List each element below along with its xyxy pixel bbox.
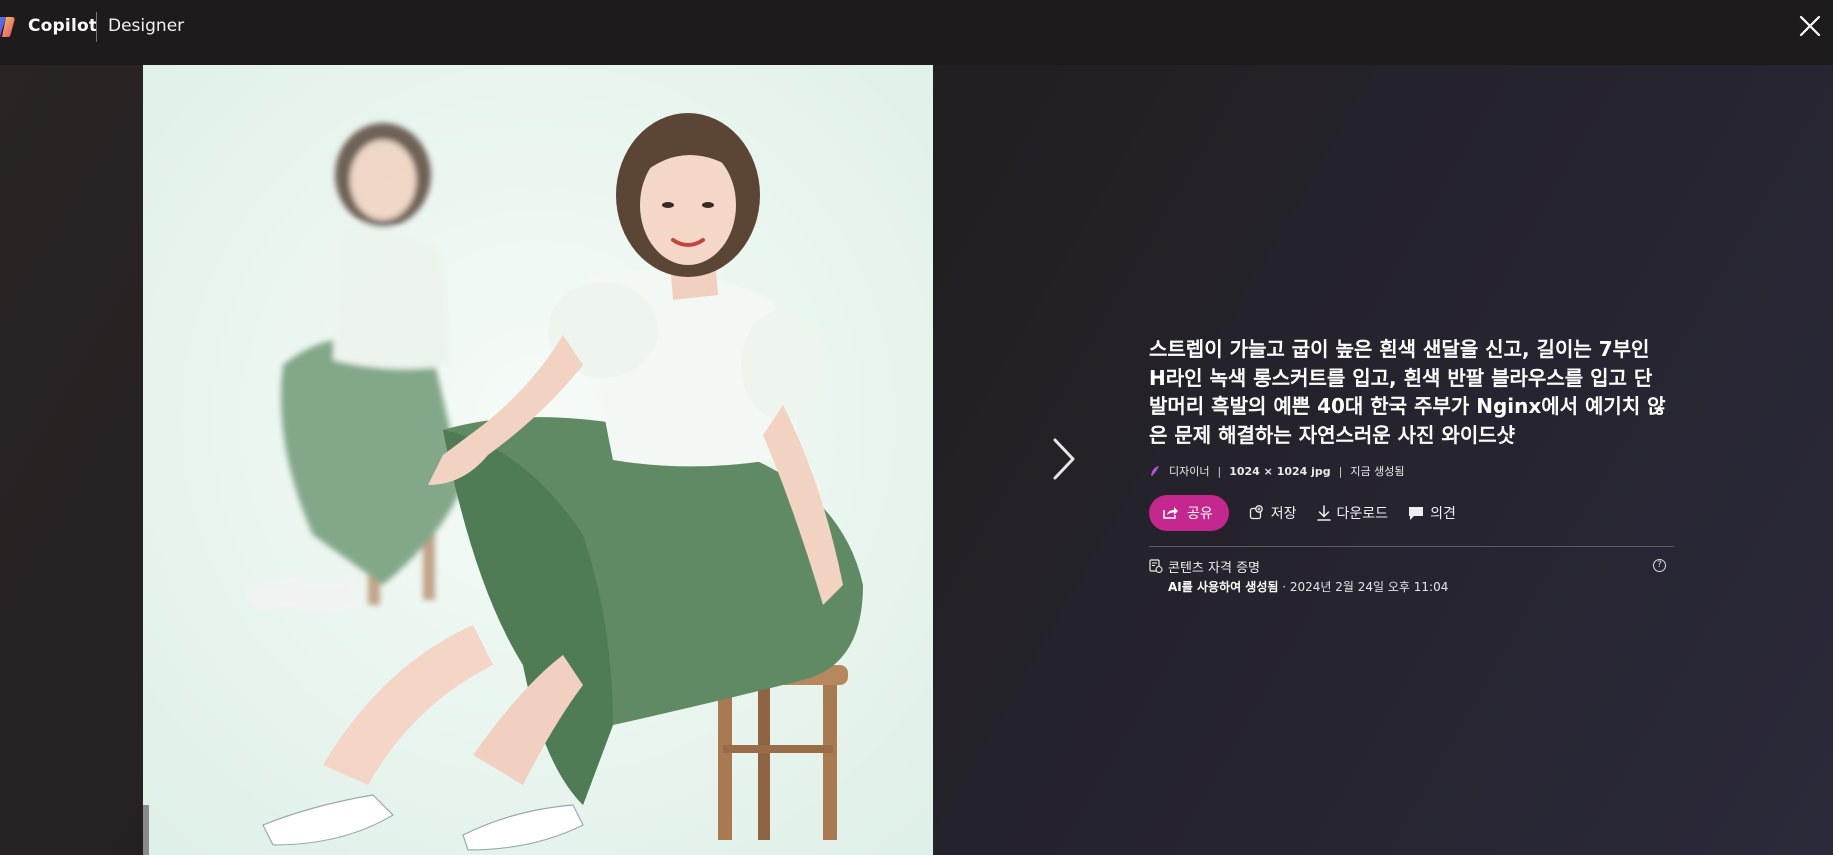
help-icon[interactable]: ? (1653, 559, 1666, 572)
save-icon (1249, 505, 1263, 520)
header-divider (96, 12, 97, 42)
meta-time: 지금 생성됨 (1350, 465, 1405, 478)
close-icon (1799, 15, 1821, 37)
section-divider (1149, 546, 1674, 547)
share-button[interactable]: 공유 (1149, 495, 1229, 531)
share-label: 공유 (1187, 506, 1213, 522)
details-panel: 스트렙이 가늘고 굽이 높은 흰색 샌달을 신고, 길이는 7부인 H라인 녹색… (1149, 335, 1674, 595)
save-button[interactable]: 저장 (1249, 503, 1297, 523)
share-icon (1163, 507, 1178, 519)
meta-resolution: 1024 × 1024 jpg (1229, 464, 1331, 478)
image-prompt-title: 스트렙이 가늘고 굽이 높은 흰색 샌달을 신고, 길이는 7부인 H라인 녹색… (1149, 337, 1666, 447)
chevron-right-icon (1053, 438, 1075, 480)
download-label: 다운로드 (1336, 506, 1389, 522)
content-credentials: 콘텐츠 자격 증명 AI를 사용하여 생성됨 · 2024년 2월 24일 오후… (1149, 557, 1674, 595)
next-image-button[interactable] (1044, 434, 1084, 484)
credentials-icon (1149, 559, 1163, 574)
download-icon (1316, 505, 1331, 521)
meta-separator: | (1217, 464, 1222, 478)
copilot-logo-icon (0, 17, 15, 37)
ai-generated-label: AI를 사용하여 생성됨 (1168, 580, 1279, 594)
brand-name[interactable]: Copilot (28, 16, 97, 36)
product-name[interactable]: Designer (108, 16, 184, 36)
top-bar: Copilot Designer (0, 0, 1833, 65)
feedback-label: 의견 (1430, 506, 1456, 522)
save-label: 저장 (1270, 506, 1297, 522)
meta-separator: | (1338, 464, 1343, 478)
designer-app-icon (1151, 466, 1159, 476)
image-meta: 디자이너 | 1024 × 1024 jpg | 지금 생성됨 (1149, 463, 1674, 479)
credentials-title: 콘텐츠 자격 증명 (1168, 561, 1260, 576)
meta-app: 디자이너 (1169, 465, 1210, 478)
action-bar: 공유 저장 다운로드 의견 (1149, 495, 1674, 531)
comment-icon (1409, 506, 1424, 520)
credentials-detail: AI를 사용하여 생성됨 · 2024년 2월 24일 오후 11:04 (1168, 578, 1674, 595)
feedback-button[interactable]: 의견 (1408, 503, 1456, 523)
generated-image[interactable] (143, 65, 933, 855)
generated-date: · 2024년 2월 24일 오후 11:04 (1278, 580, 1449, 594)
download-button[interactable]: 다운로드 (1316, 503, 1389, 523)
close-button[interactable] (1796, 12, 1824, 40)
